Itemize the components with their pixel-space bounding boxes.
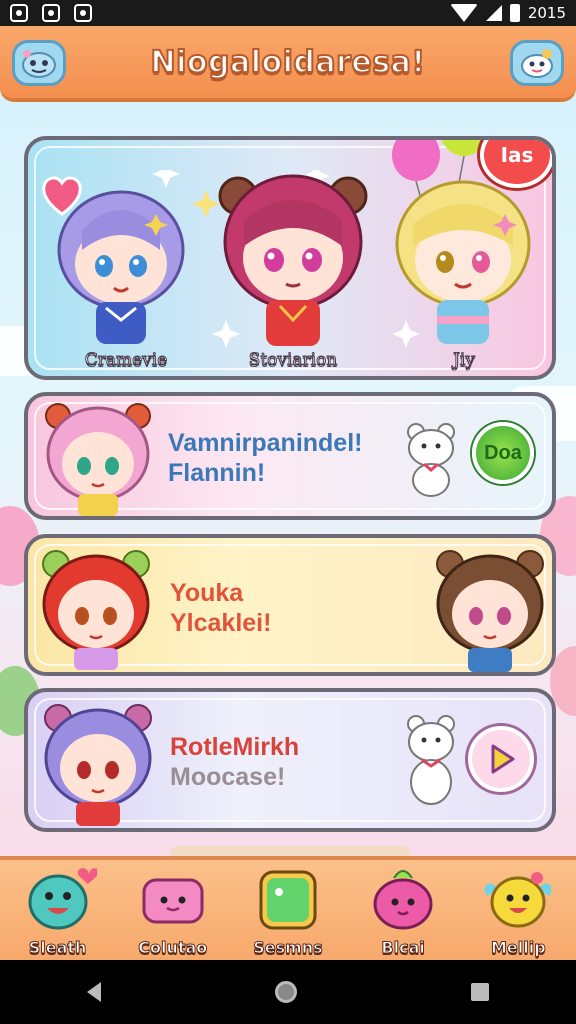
row-title-2: Youka bbox=[170, 579, 244, 607]
nav-label-blcai: Blcai bbox=[381, 938, 425, 958]
row-title-1: Vamnirpanindel! bbox=[168, 429, 363, 457]
list-item-3[interactable]: RotleMirkh Moocase! bbox=[24, 688, 556, 832]
battery-icon bbox=[509, 4, 520, 22]
yellow-creature-icon bbox=[484, 872, 552, 928]
smiling-blob-icon bbox=[28, 868, 97, 930]
character-avatar-4 bbox=[44, 704, 152, 826]
bear-mascot-icon bbox=[407, 715, 455, 805]
nav-item-mellip[interactable]: Mellip bbox=[468, 866, 568, 958]
status-time: 2015 bbox=[527, 4, 566, 22]
play-button[interactable] bbox=[468, 726, 534, 792]
nav-label-colutao: Colutao bbox=[138, 938, 208, 958]
featured-characters-panel[interactable]: Cramevie Stoviarion Jiy Ias bbox=[24, 136, 556, 380]
character-name-2: Stoviarion bbox=[248, 350, 338, 371]
nav-item-blcai[interactable]: Blcai bbox=[353, 866, 453, 958]
notification-icon bbox=[10, 4, 28, 22]
character-name-3: Jiy bbox=[453, 350, 476, 371]
character-portrait-2[interactable] bbox=[208, 160, 378, 350]
wifi-icon bbox=[449, 4, 478, 22]
nav-label-sleath: Sleath bbox=[28, 938, 87, 958]
recent-apps-icon[interactable] bbox=[471, 983, 489, 1001]
list-item-1[interactable]: Vamnirpanindel! Flannin! Doa bbox=[24, 392, 556, 520]
creature-icon[interactable] bbox=[510, 40, 564, 86]
nav-label-sesmns: Sesmns bbox=[253, 938, 323, 958]
nav-label-mellip: Mellip bbox=[491, 938, 547, 958]
character-avatar-1 bbox=[45, 403, 151, 516]
character-portrait-1[interactable] bbox=[46, 180, 196, 350]
green-cube-icon bbox=[259, 870, 317, 930]
system-nav-bar bbox=[0, 960, 576, 1024]
list-item-2[interactable]: Youka Ylcaklei! bbox=[24, 534, 556, 676]
home-icon[interactable] bbox=[275, 981, 297, 1003]
nav-item-sleath[interactable]: Sleath bbox=[8, 866, 108, 958]
app-header: Niogaloidaresa! bbox=[0, 26, 576, 102]
alarm-icon bbox=[42, 4, 60, 22]
nav-item-sesmns[interactable]: Sesmns bbox=[238, 866, 338, 958]
do-button[interactable]: Doa bbox=[472, 422, 534, 484]
status-bar: 2015 bbox=[0, 0, 576, 26]
row-subtitle-2: Ylcaklei! bbox=[170, 609, 272, 637]
bottom-nav: Sleath Colutao Sesmns Blcai Mellip bbox=[0, 856, 576, 960]
page-title: Niogaloidaresa! bbox=[149, 44, 426, 81]
pink-creature-icon bbox=[373, 870, 433, 930]
back-icon[interactable] bbox=[87, 982, 101, 1002]
stone-creature-icon[interactable] bbox=[12, 40, 66, 86]
signal-icon bbox=[485, 5, 502, 21]
play-icon bbox=[491, 744, 515, 774]
nav-item-colutao[interactable]: Colutao bbox=[123, 866, 223, 958]
row-subtitle-3: Moocase! bbox=[170, 763, 286, 791]
character-avatar-3 bbox=[436, 550, 544, 672]
character-portrait-3[interactable] bbox=[383, 166, 543, 350]
pink-box-icon bbox=[142, 878, 204, 924]
do-button-label: Doa bbox=[484, 441, 522, 464]
character-avatar-2 bbox=[42, 550, 150, 670]
row-title-3: RotleMirkh bbox=[170, 733, 300, 761]
character-name-1: Cramevie bbox=[84, 350, 168, 371]
bear-mascot-icon bbox=[407, 423, 455, 497]
row-subtitle-1: Flannin! bbox=[168, 459, 266, 487]
app-icon bbox=[74, 4, 92, 22]
